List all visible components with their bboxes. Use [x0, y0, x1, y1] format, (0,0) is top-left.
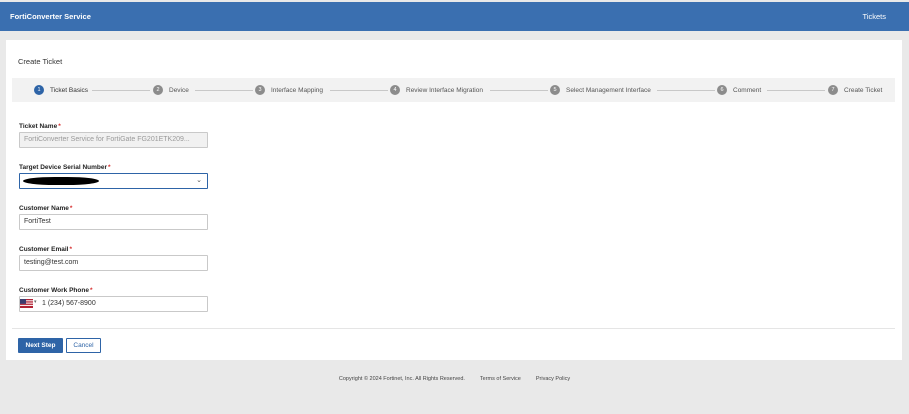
next-step-button[interactable]: Next Step	[18, 338, 63, 353]
step-number: 2	[153, 85, 163, 95]
privacy-link[interactable]: Privacy Policy	[536, 376, 570, 382]
customer-phone-input[interactable]: ▾ 1 (234) 567-8900	[19, 296, 208, 312]
cancel-button[interactable]: Cancel	[66, 338, 101, 353]
customer-phone-label: Customer Work Phone*	[19, 287, 93, 294]
wizard-stepper: 1 Ticket Basics 2 Device 3 Interface Map…	[12, 78, 895, 102]
page-title: Create Ticket	[18, 57, 63, 66]
serial-number-select[interactable]: ⌄	[19, 173, 208, 189]
step-select-management-interface[interactable]: 5 Select Management Interface	[550, 78, 651, 102]
customer-email-input[interactable]: testing@test.com	[19, 255, 208, 271]
form-divider	[12, 328, 895, 329]
customer-name-input[interactable]: FortiTest	[19, 214, 208, 230]
chevron-down-icon: ▾	[34, 299, 37, 305]
customer-name-label: Customer Name*	[19, 205, 73, 212]
step-connector	[490, 90, 548, 91]
customer-email-label: Customer Email*	[19, 246, 73, 253]
step-create-ticket[interactable]: 7 Create Ticket	[828, 78, 882, 102]
step-number: 1	[34, 85, 44, 95]
copyright-text: Copyright © 2024 Fortinet, Inc. All Righ…	[338, 376, 465, 382]
serial-number-label: Target Device Serial Number*	[19, 164, 111, 171]
step-label: Review Interface Migration	[406, 86, 483, 94]
step-number: 5	[550, 85, 560, 95]
step-number: 4	[390, 85, 400, 95]
serial-number-field: Target Device Serial Number* ⌄	[19, 164, 319, 189]
ticket-name-field: Ticket Name* FortiConverter Service for …	[19, 123, 319, 148]
step-interface-mapping[interactable]: 3 Interface Mapping	[255, 78, 323, 102]
step-comment[interactable]: 6 Comment	[717, 78, 761, 102]
step-label: Select Management Interface	[566, 86, 651, 94]
step-connector	[767, 90, 825, 91]
step-number: 6	[717, 85, 727, 95]
step-connector	[657, 90, 715, 91]
step-label: Create Ticket	[844, 86, 883, 94]
top-navigation-bar: FortiConverter Service Tickets	[0, 2, 909, 31]
page-footer: Copyright © 2024 Fortinet, Inc. All Righ…	[0, 376, 909, 382]
app-title[interactable]: FortiConverter Service	[10, 12, 91, 21]
ticket-name-label: Ticket Name*	[19, 123, 61, 130]
chevron-down-icon: ⌄	[196, 177, 202, 184]
redacted-value	[23, 177, 99, 185]
customer-phone-field: Customer Work Phone* ▾ 1 (234) 567-8900	[19, 287, 319, 312]
ticket-name-input: FortiConverter Service for FortiGate FG2…	[19, 132, 208, 148]
create-ticket-card: Create Ticket 1 Ticket Basics 2 Device 3…	[6, 40, 902, 360]
step-review-interface-migration[interactable]: 4 Review Interface Migration	[390, 78, 483, 102]
step-label: Comment	[733, 86, 762, 94]
step-connector	[330, 90, 388, 91]
step-device[interactable]: 2 Device	[153, 78, 189, 102]
step-label: Interface Mapping	[271, 86, 324, 94]
phone-value: 1 (234) 567-8900	[42, 300, 96, 307]
step-connector	[195, 90, 253, 91]
step-label: Ticket Basics	[50, 86, 89, 94]
step-connector	[92, 90, 150, 91]
step-number: 3	[255, 85, 265, 95]
terms-link[interactable]: Terms of Service	[480, 376, 521, 382]
nav-tickets-link[interactable]: Tickets	[863, 12, 886, 21]
customer-name-field: Customer Name* FortiTest	[19, 205, 319, 230]
step-ticket-basics[interactable]: 1 Ticket Basics	[34, 78, 88, 102]
customer-email-field: Customer Email* testing@test.com	[19, 246, 319, 271]
step-number: 7	[828, 85, 838, 95]
us-flag-icon[interactable]	[20, 298, 33, 309]
step-label: Device	[169, 86, 189, 94]
